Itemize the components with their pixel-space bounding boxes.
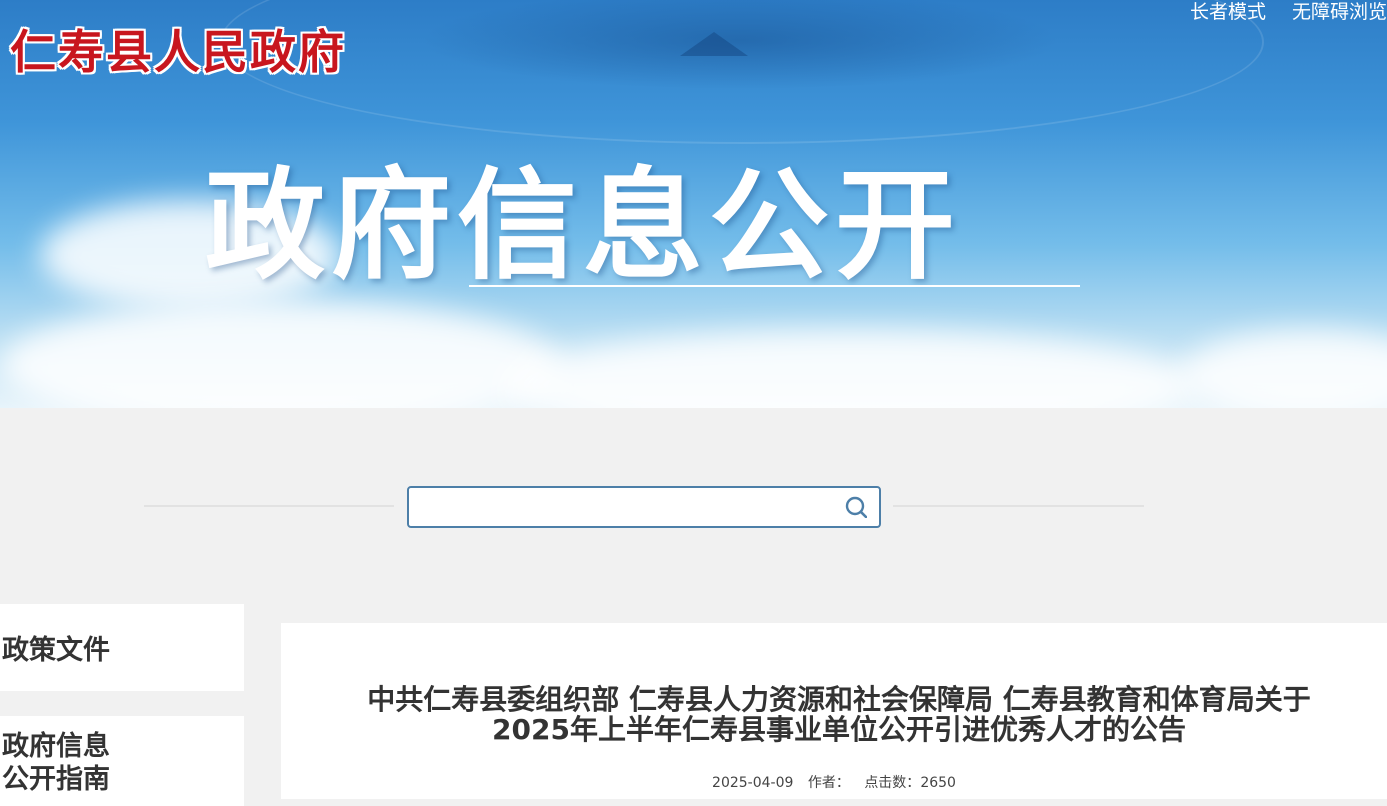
search-input[interactable]: [415, 492, 829, 524]
views-value: 2650: [920, 775, 956, 791]
banner-divider: [469, 285, 1080, 287]
site-title[interactable]: 仁寿县人民政府: [10, 16, 346, 82]
header-banner: 仁寿县人民政府 长者模式 无障碍浏览 政府信息公开: [0, 0, 1387, 408]
article-panel: 中共仁寿县委组织部 仁寿县人力资源和社会保障局 仁寿县教育和体育局关于 2025…: [281, 623, 1387, 799]
cloud-decoration: [0, 300, 560, 408]
sidebar-item-disclosure-guide[interactable]: 政府信息 公开指南: [0, 716, 244, 806]
article-meta: 2025-04-09 作者： 点击数：2650: [281, 772, 1387, 792]
search-icon[interactable]: [845, 496, 867, 518]
author-label: 作者：: [807, 775, 850, 791]
cloud-decoration: [1180, 330, 1387, 408]
elder-mode-link[interactable]: 长者模式: [1190, 0, 1266, 24]
search-divider-right: [893, 505, 1144, 507]
accessibility-link[interactable]: 无障碍浏览: [1292, 0, 1387, 24]
cloud-decoration: [500, 330, 1200, 408]
top-links: 长者模式 无障碍浏览: [1190, 0, 1387, 24]
banner-heading: 政府信息公开: [205, 157, 961, 296]
search-divider-left: [144, 505, 394, 507]
sidebar-item-label-line2: 公开指南: [2, 764, 110, 795]
star-emblem-icon: [680, 32, 748, 56]
article-title-line2: 2025年上半年仁寿县事业单位公开引进优秀人才的公告: [492, 713, 1186, 746]
article-title: 中共仁寿县委组织部 仁寿县人力资源和社会保障局 仁寿县教育和体育局关于 2025…: [321, 685, 1357, 745]
article-title-line1: 中共仁寿县委组织部 仁寿县人力资源和社会保障局 仁寿县教育和体育局关于: [367, 683, 1311, 716]
search-section: [0, 408, 1387, 598]
search-box: [407, 486, 881, 528]
views-count: 点击数：2650: [864, 775, 956, 791]
sidebar-item-label: 政策文件: [2, 635, 110, 666]
views-label: 点击数：: [864, 775, 921, 791]
sidebar-item-policy-documents[interactable]: 政策文件: [0, 604, 244, 691]
publish-date: 2025-04-09: [712, 775, 794, 791]
